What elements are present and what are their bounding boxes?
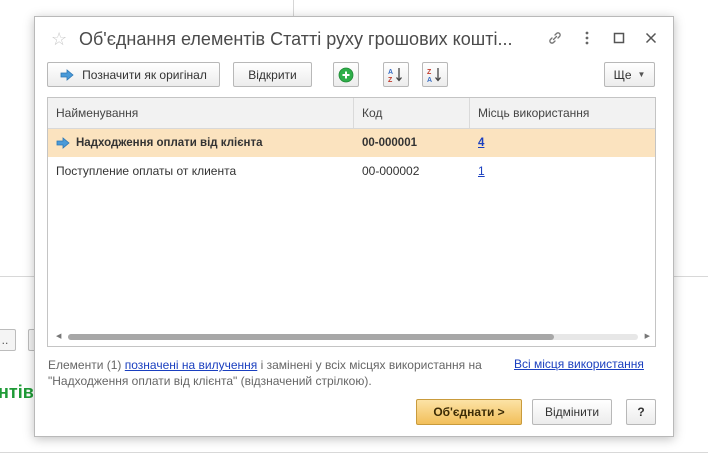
title-bar-controls: [545, 27, 661, 49]
cell-code: 00-000002: [362, 164, 420, 178]
cell-name: Надходження оплати від клієнта: [48, 129, 354, 157]
original-arrow-icon: [56, 137, 70, 149]
column-header-name[interactable]: Найменування: [48, 98, 354, 128]
more-button[interactable]: Ще ▼: [604, 62, 655, 87]
cancel-label: Відмінити: [544, 405, 600, 419]
usage-link[interactable]: 1: [478, 164, 485, 178]
info-text: Елементи (1) позначені на вилучення і за…: [48, 357, 518, 389]
column-header-code[interactable]: Код: [354, 98, 470, 128]
open-label: Відкрити: [248, 67, 297, 82]
merge-label: Об'єднати >: [433, 405, 505, 419]
help-button[interactable]: ?: [626, 399, 656, 425]
star-icon[interactable]: ☆: [51, 29, 67, 50]
usage-link[interactable]: 4: [478, 137, 484, 149]
sort-descending-button[interactable]: Z A: [422, 62, 448, 87]
svg-text:A: A: [427, 77, 432, 84]
background-divider-bottom: [0, 452, 708, 453]
toolbar: Позначити як оригінал Відкрити A Z Z A Щ…: [47, 62, 657, 87]
background-heading: нтів: [0, 382, 34, 402]
table-row[interactable]: Поступление оплаты от клиента 00-000002 …: [48, 157, 655, 185]
cell-name-text: Надходження оплати від клієнта: [76, 137, 263, 149]
sort-za-icon: Z A: [427, 67, 441, 84]
column-header-usage[interactable]: Місць використання: [470, 98, 655, 128]
scroll-thumb[interactable]: [68, 334, 554, 340]
background-small-button[interactable]: ..: [0, 329, 16, 351]
mark-original-button[interactable]: Позначити як оригінал: [47, 62, 220, 87]
dialog-title: Об'єднання елементів Статті руху грошови…: [79, 29, 513, 49]
close-icon[interactable]: [641, 27, 661, 49]
cell-code: 00-000001: [362, 137, 417, 149]
link-icon[interactable]: [545, 27, 565, 49]
more-label: Ще: [613, 67, 632, 82]
table-row[interactable]: Надходження оплати від клієнта 00-000001…: [48, 129, 655, 157]
open-button[interactable]: Відкрити: [233, 62, 312, 87]
svg-text:Z: Z: [388, 77, 393, 84]
table-header: Найменування Код Місць використання: [48, 98, 655, 129]
merge-button[interactable]: Об'єднати >: [416, 399, 522, 425]
svg-text:Z: Z: [427, 69, 432, 76]
cell-usage: 4: [470, 129, 655, 157]
info-text-part1: Елементи (1): [48, 358, 125, 372]
help-label: ?: [637, 405, 645, 419]
chevron-down-icon: ▼: [637, 70, 646, 79]
svg-text:A: A: [388, 69, 393, 76]
vertical-dots-icon[interactable]: [577, 27, 597, 49]
sort-ascending-button[interactable]: A Z: [383, 62, 409, 87]
elements-table: Найменування Код Місць використання Надх…: [47, 97, 656, 347]
background-divider-vertical: [293, 0, 294, 16]
maximize-icon[interactable]: [609, 27, 629, 49]
cell-usage: 1: [470, 157, 655, 185]
cell-name: Поступление оплаты от клиента: [56, 164, 237, 178]
horizontal-scrollbar[interactable]: ◀ ▶: [56, 332, 650, 341]
mark-original-label: Позначити як оригінал: [82, 67, 207, 82]
merge-dialog: ☆ Об'єднання елементів Статті руху грошо…: [34, 16, 674, 437]
scroll-left-icon[interactable]: ◀: [56, 332, 61, 340]
scroll-right-icon[interactable]: ▶: [645, 332, 650, 340]
plus-circle-icon: [338, 67, 354, 82]
all-usage-places-link[interactable]: Всі місця використання: [514, 357, 644, 371]
add-button[interactable]: [333, 62, 359, 87]
cancel-button[interactable]: Відмінити: [532, 399, 612, 425]
arrow-right-icon: [60, 68, 74, 81]
sort-az-icon: A Z: [388, 67, 402, 84]
marked-for-deletion-link[interactable]: позначені на вилучення: [125, 358, 258, 372]
